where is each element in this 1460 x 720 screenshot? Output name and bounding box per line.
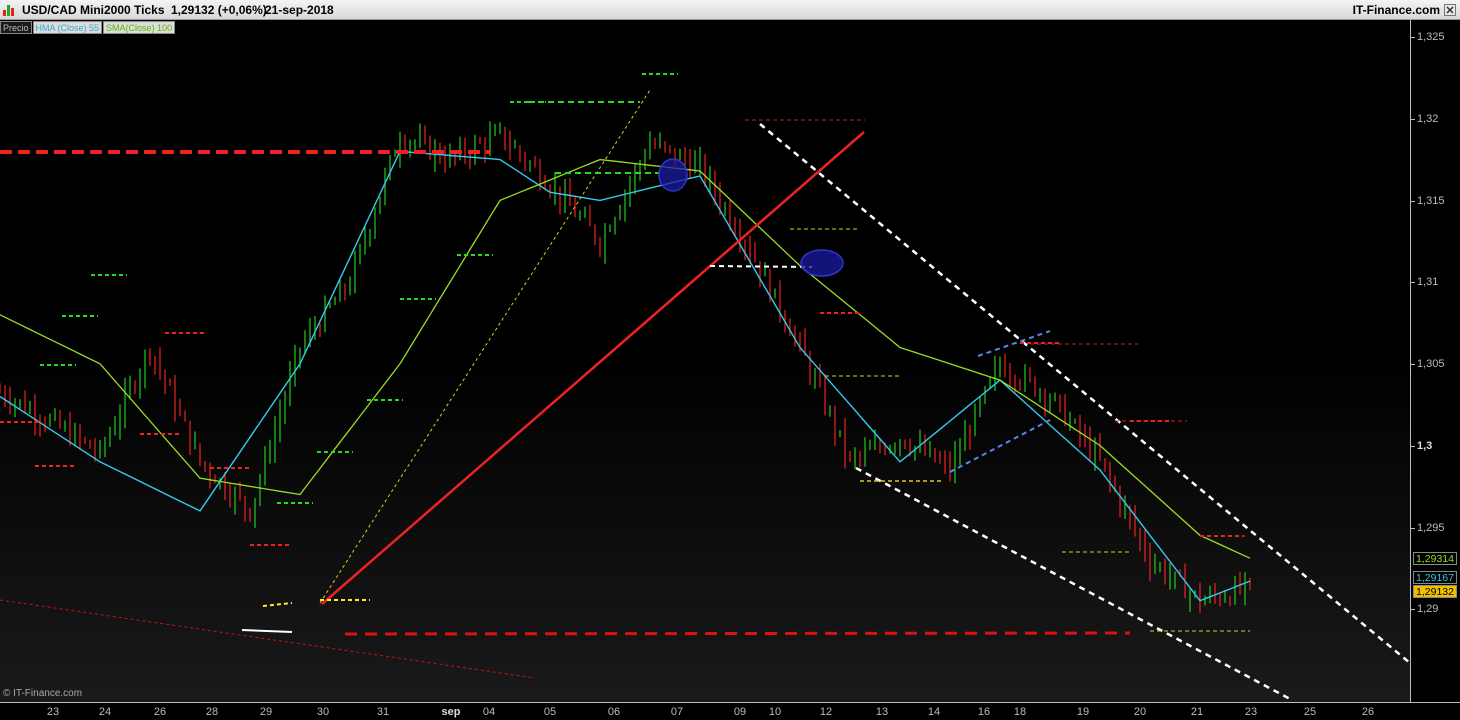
x-tick-label: 07 <box>670 706 684 718</box>
x-tick-label: 21 <box>1190 706 1204 718</box>
x-tick-label: 20 <box>1133 706 1147 718</box>
chart-plot-area[interactable] <box>0 20 1411 702</box>
legend-hull[interactable]: HMA (Close) 55 <box>32 21 103 34</box>
last-price-value: 1,29132 <box>1416 586 1454 598</box>
support-line <box>344 631 1131 636</box>
quote-label: 1,29132 (+0,06%) <box>171 3 267 17</box>
x-tick-label: 09 <box>733 706 747 718</box>
x-tick-label: 23 <box>46 706 60 718</box>
y-tick-label: 1,32 <box>1417 113 1439 125</box>
close-icon[interactable] <box>1444 4 1456 16</box>
low-marker <box>241 629 293 633</box>
x-tick-label: 29 <box>259 706 273 718</box>
y-tick-label: 1,325 <box>1417 31 1445 43</box>
y-tick-label: 1,3 <box>1417 440 1433 452</box>
y-tick-label: 1,315 <box>1417 195 1445 207</box>
watermark: © IT-Finance.com <box>3 688 83 699</box>
downtrend-line-upper <box>759 123 1411 664</box>
low-marker-yellow-2 <box>262 602 293 607</box>
y-tick-label: 1,31 <box>1417 276 1439 288</box>
x-tick-label: 16 <box>977 706 991 718</box>
x-tick-label: 04 <box>482 706 496 718</box>
window-title-bar: USD/CAD Mini 2000 Ticks 1,29132 (+0,06%)… <box>0 0 1460 20</box>
y-tick-label: 1,29 <box>1417 603 1439 615</box>
brand-label: IT-Finance.com <box>1352 3 1440 17</box>
x-tick-label: 26 <box>153 706 167 718</box>
x-tick-label: 06 <box>607 706 621 718</box>
highlight-ellipse <box>658 158 688 192</box>
time-axis[interactable]: 23 24 26 28 29 30 31 sep 04 05 06 07 09 … <box>0 702 1460 720</box>
sma-price-box: 1,29314 <box>1413 552 1457 565</box>
x-tick-label: 28 <box>205 706 219 718</box>
x-tick-label: 12 <box>819 706 833 718</box>
support-trend-line <box>0 599 536 679</box>
symbol-label: USD/CAD Mini <box>22 3 104 17</box>
price-axis[interactable]: 1,325 1,32 1,315 1,31 1,305 1,3 1,295 1,… <box>1410 20 1460 702</box>
inner-trend-line <box>319 89 651 604</box>
x-tick-label: 26 <box>1361 706 1375 718</box>
last-price-box: 1,29132 <box>1413 585 1457 598</box>
price-chart[interactable] <box>0 20 1411 702</box>
x-tick-label: 24 <box>98 706 112 718</box>
date-label: 21-sep-2018 <box>265 3 334 17</box>
y-tick-label: 1,295 <box>1417 522 1445 534</box>
x-tick-label: 25 <box>1303 706 1317 718</box>
x-tick-label: 19 <box>1076 706 1090 718</box>
x-tick-label: sep <box>441 706 461 718</box>
x-tick-label: 05 <box>543 706 557 718</box>
sma-price-value: 1,29314 <box>1416 553 1454 565</box>
x-tick-label: 30 <box>316 706 330 718</box>
legend-sma[interactable]: SMA(Close) 100 <box>103 21 176 34</box>
hull-price-value: 1,29167 <box>1416 572 1454 584</box>
indicator-legend: Precio HMA (Close) 55 SMA(Close) 100 <box>0 21 176 34</box>
y-tick-label: 1,305 <box>1417 358 1445 370</box>
x-tick-label: 10 <box>768 706 782 718</box>
uptrend-line <box>321 131 865 605</box>
x-tick-label: 13 <box>875 706 889 718</box>
hull-price-box: 1,29167 <box>1413 571 1457 584</box>
downtrend-line-lower <box>855 466 1293 702</box>
x-tick-label: 23 <box>1244 706 1258 718</box>
x-tick-label: 31 <box>376 706 390 718</box>
ticks-label: 2000 Ticks <box>104 3 165 17</box>
bar-chart-icon <box>3 4 17 16</box>
highlight-ellipse <box>800 249 844 277</box>
neckline <box>709 265 813 268</box>
x-tick-label: 18 <box>1013 706 1027 718</box>
legend-price[interactable]: Precio <box>0 21 32 34</box>
x-tick-label: 14 <box>927 706 941 718</box>
